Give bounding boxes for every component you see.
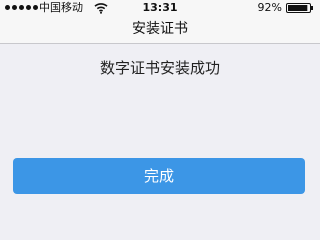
battery-fill bbox=[288, 5, 308, 11]
status-bar: 中国移动 13:31 92% bbox=[0, 0, 320, 16]
done-button[interactable]: 完成 bbox=[13, 158, 305, 194]
screen: 中国移动 13:31 92% 安装证书 数字证书安装成功 完成 bbox=[0, 0, 320, 228]
navigation-bar: 安装证书 bbox=[0, 16, 320, 44]
success-message: 数字证书安装成功 bbox=[99, 59, 220, 77]
battery-percent: 92% bbox=[257, 1, 282, 14]
page-title: 安装证书 bbox=[132, 21, 188, 37]
battery-icon bbox=[286, 3, 313, 13]
